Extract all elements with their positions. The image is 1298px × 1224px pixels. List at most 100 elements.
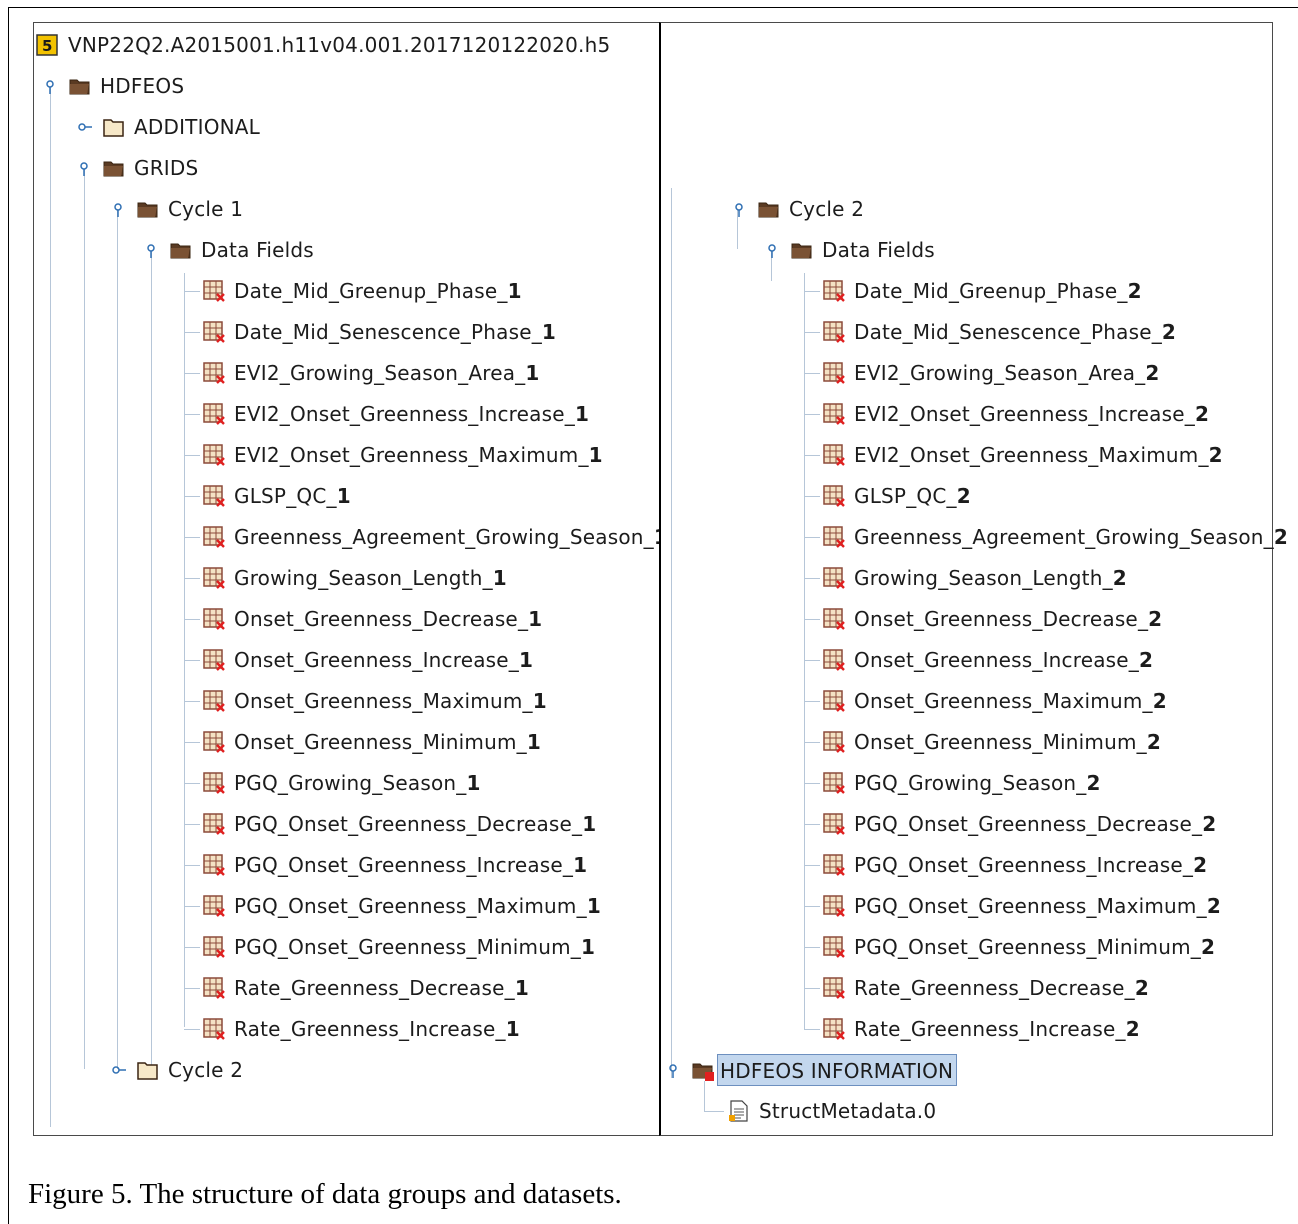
tree-node-dataset[interactable]: Rate_Greenness_Increase_1	[202, 1009, 520, 1049]
tree-node-data-fields[interactable]: Data Fields	[764, 230, 935, 270]
tree-node-dataset[interactable]: Onset_Greenness_Maximum_1	[202, 681, 547, 721]
tree-guide-line	[804, 988, 820, 989]
expand-toggle-icon[interactable]	[731, 201, 747, 217]
tree-node-dataset[interactable]: PGQ_Onset_Greenness_Minimum_1	[202, 927, 595, 967]
tree-node-dataset[interactable]: Onset_Greenness_Minimum_1	[202, 722, 541, 762]
tree-node-cycle-2[interactable]: Cycle 2	[731, 189, 864, 229]
dataset-name: Rate_Greenness_Decrease_	[234, 976, 515, 1000]
dataset-label: Growing_Season_Length_2	[854, 566, 1127, 590]
tree-node-dataset[interactable]: EVI2_Onset_Greenness_Increase_1	[202, 394, 589, 434]
hdfeos-information-label[interactable]: HDFEOS INFORMATION	[717, 1054, 958, 1086]
tree-node-dataset[interactable]: Greenness_Agreement_Growing_Season_1	[202, 517, 668, 557]
dataset-label: Date_Mid_Senescence_Phase_2	[854, 320, 1176, 344]
expand-toggle-icon[interactable]	[764, 242, 780, 258]
tree-guide-line	[804, 414, 820, 415]
dataset-cycle-suffix: 2	[1200, 935, 1216, 959]
tree-node-dataset[interactable]: PGQ_Growing_Season_1	[202, 763, 481, 803]
tree-node-dataset[interactable]: Onset_Greenness_Increase_1	[202, 640, 533, 680]
tree-guide-line	[184, 1029, 200, 1030]
tree-pane-right[interactable]: Cycle 2 Data Fields Date_Mid_Greenup_Pha…	[659, 22, 1288, 1136]
tree-node-dataset[interactable]: EVI2_Onset_Greenness_Maximum_2	[822, 435, 1223, 475]
tree-node-dataset[interactable]: Onset_Greenness_Decrease_2	[822, 599, 1162, 639]
tree-node-root-file[interactable]: 5 VNP22Q2.A2015001.h11v04.001.2017120122…	[36, 25, 610, 65]
tree-node-dataset[interactable]: Date_Mid_Senescence_Phase_2	[822, 312, 1176, 352]
tree-node-dataset[interactable]: PGQ_Onset_Greenness_Decrease_1	[202, 804, 596, 844]
tree-node-dataset[interactable]: Date_Mid_Senescence_Phase_1	[202, 312, 556, 352]
tree-node-cycle-2-collapsed[interactable]: Cycle 2	[110, 1050, 243, 1090]
tree-node-dataset[interactable]: Date_Mid_Greenup_Phase_2	[822, 271, 1142, 311]
tree-node-dataset[interactable]: GLSP_QC_1	[202, 476, 351, 516]
tree-node-dataset[interactable]: PGQ_Onset_Greenness_Maximum_1	[202, 886, 601, 926]
dataset-grid-icon	[202, 1017, 226, 1041]
dataset-cycle-suffix: 2	[1134, 976, 1149, 1000]
dataset-grid-icon	[822, 771, 846, 795]
dataset-label: Date_Mid_Greenup_Phase_2	[854, 279, 1142, 303]
dataset-label: Date_Mid_Greenup_Phase_1	[234, 279, 522, 303]
dataset-grid-icon	[822, 607, 846, 631]
dataset-cycle-suffix: 2	[1127, 279, 1142, 303]
dataset-label: GLSP_QC_1	[234, 484, 351, 508]
root-file-label: VNP22Q2.A2015001.h11v04.001.201712012202…	[68, 33, 611, 57]
expand-toggle-icon[interactable]	[665, 1062, 681, 1078]
tree-node-dataset[interactable]: EVI2_Onset_Greenness_Increase_2	[822, 394, 1209, 434]
tree-node-dataset[interactable]: Rate_Greenness_Increase_2	[822, 1009, 1140, 1049]
tree-node-dataset[interactable]: Onset_Greenness_Increase_2	[822, 640, 1153, 680]
dataset-cycle-suffix: 1	[574, 402, 590, 426]
tree-guide-line	[151, 251, 152, 1071]
tree-node-dataset[interactable]: Rate_Greenness_Decrease_2	[822, 968, 1149, 1008]
tree-node-dataset[interactable]: Onset_Greenness_Decrease_1	[202, 599, 542, 639]
tree-guide-line	[184, 332, 200, 333]
tree-guide-line	[184, 414, 200, 415]
dataset-label: Greenness_Agreement_Growing_Season_1	[234, 525, 668, 549]
tree-node-dataset[interactable]: Date_Mid_Greenup_Phase_1	[202, 271, 522, 311]
tree-node-cycle-1[interactable]: Cycle 1	[110, 189, 243, 229]
tree-node-dataset[interactable]: PGQ_Onset_Greenness_Minimum_2	[822, 927, 1215, 967]
dataset-cycle-suffix: 1	[336, 484, 351, 508]
dataset-name: PGQ_Onset_Greenness_Increase_	[854, 853, 1194, 877]
dataset-name: Greenness_Agreement_Growing_Season_	[234, 525, 654, 549]
tree-node-hdfeos[interactable]: HDFEOS	[42, 66, 184, 106]
dataset-cycle-suffix: 2	[1161, 320, 1177, 344]
dataset-name: GLSP_QC_	[234, 484, 337, 508]
collapsed-toggle-icon[interactable]	[76, 119, 92, 135]
tree-pane-left[interactable]: 5 VNP22Q2.A2015001.h11v04.001.2017120122…	[33, 22, 668, 1136]
tree-node-dataset[interactable]: EVI2_Growing_Season_Area_2	[822, 353, 1159, 393]
tree-node-dataset[interactable]: EVI2_Onset_Greenness_Maximum_1	[202, 435, 603, 475]
tree-node-additional[interactable]: ADDITIONAL	[76, 107, 260, 147]
dataset-grid-icon	[822, 935, 846, 959]
tree-node-data-fields[interactable]: Data Fields	[143, 230, 314, 270]
tree-node-dataset[interactable]: Growing_Season_Length_2	[822, 558, 1127, 598]
tree-node-dataset[interactable]: Greenness_Agreement_Growing_Season_2	[822, 517, 1288, 557]
expand-toggle-icon[interactable]	[110, 201, 126, 217]
tree-guide-line	[184, 906, 200, 907]
tree-node-dataset[interactable]: EVI2_Growing_Season_Area_1	[202, 353, 539, 393]
tree-node-grids[interactable]: GRIDS	[76, 148, 198, 188]
expand-toggle-icon[interactable]	[42, 78, 58, 94]
tree-node-dataset[interactable]: Growing_Season_Length_1	[202, 558, 507, 598]
collapsed-toggle-icon[interactable]	[110, 1062, 126, 1078]
dataset-name: Onset_Greenness_Maximum_	[234, 689, 533, 713]
tree-guide-line	[804, 496, 820, 497]
dataset-cycle-suffix: 2	[1194, 402, 1210, 426]
tree-node-dataset[interactable]: PGQ_Onset_Greenness_Decrease_2	[822, 804, 1216, 844]
dataset-name: Onset_Greenness_Maximum_	[854, 689, 1153, 713]
expand-toggle-icon[interactable]	[143, 242, 159, 258]
dataset-label: EVI2_Onset_Greenness_Maximum_1	[234, 443, 603, 467]
dataset-name: EVI2_Growing_Season_Area_	[854, 361, 1146, 385]
dataset-name: PGQ_Onset_Greenness_Minimum_	[234, 935, 581, 959]
dataset-name: Onset_Greenness_Increase_	[854, 648, 1140, 672]
tree-node-dataset[interactable]: PGQ_Onset_Greenness_Increase_2	[822, 845, 1207, 885]
tree-node-dataset[interactable]: PGQ_Onset_Greenness_Increase_1	[202, 845, 587, 885]
tree-node-dataset[interactable]: PGQ_Growing_Season_2	[822, 763, 1101, 803]
expand-toggle-icon[interactable]	[76, 160, 92, 176]
tree-node-dataset[interactable]: Onset_Greenness_Minimum_2	[822, 722, 1161, 762]
dataset-name: Growing_Season_Length_	[854, 566, 1113, 590]
tree-node-dataset[interactable]: GLSP_QC_2	[822, 476, 971, 516]
tree-node-dataset[interactable]: Onset_Greenness_Maximum_2	[822, 681, 1167, 721]
tree-node-dataset[interactable]: PGQ_Onset_Greenness_Maximum_2	[822, 886, 1221, 926]
tree-node-dataset[interactable]: Rate_Greenness_Decrease_1	[202, 968, 529, 1008]
tree-guide-line	[804, 291, 820, 292]
tree-node-struct-metadata[interactable]: StructMetadata.0	[727, 1091, 936, 1131]
folder-open-icon	[136, 197, 160, 221]
tree-node-hdfeos-information[interactable]: HDFEOS INFORMATION	[665, 1050, 958, 1090]
